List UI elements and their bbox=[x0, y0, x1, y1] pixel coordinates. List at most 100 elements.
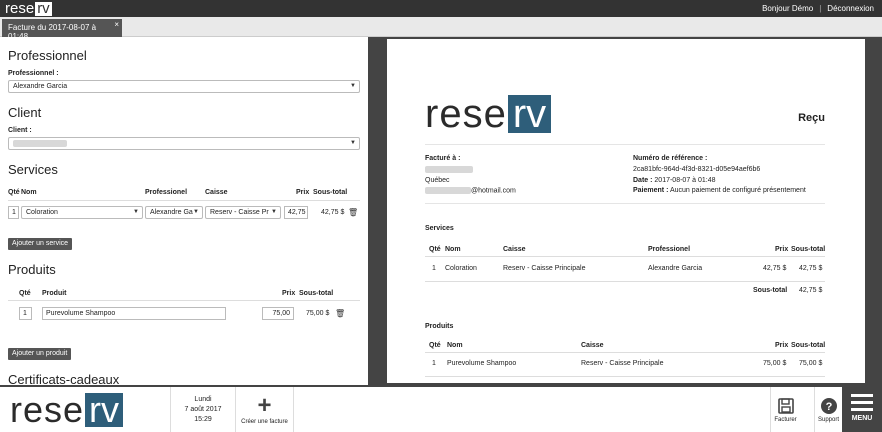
divider bbox=[425, 352, 825, 353]
top-logo-box: rv bbox=[35, 0, 52, 17]
time-label: 15:29 bbox=[194, 416, 212, 423]
receipt-product-subtotal: 75,00 $ bbox=[799, 360, 823, 367]
receipt-products-col-qty: Qté bbox=[429, 342, 441, 349]
receipt-paper: rese rv Reçu Facturé à : Québec @hotmail… bbox=[387, 39, 865, 383]
service-price-input[interactable]: 42,75 bbox=[284, 206, 308, 219]
divider bbox=[8, 300, 360, 301]
client-label: Client : bbox=[8, 127, 32, 134]
service-pro-select[interactable]: Alexandre Ga ▼ bbox=[145, 206, 203, 219]
product-price-input[interactable]: 75,00 bbox=[262, 307, 294, 320]
product-subtotal: 75,00 $ bbox=[306, 310, 330, 317]
top-bar: rese rv Bonjour Démo | Déconnexion bbox=[0, 0, 882, 17]
trash-icon[interactable]: 🗑 bbox=[335, 309, 345, 318]
receipt-services-col-subtotal: Sous-total bbox=[791, 246, 826, 253]
receipt-logo-box: rv bbox=[507, 94, 552, 134]
gift-certificates-heading: Certificats-cadeaux bbox=[8, 372, 120, 385]
services-col-qty: Qté bbox=[8, 189, 20, 196]
bottom-logo[interactable]: rese rv bbox=[10, 389, 124, 430]
receipt-preview: rese rv Reçu Facturé à : Québec @hotmail… bbox=[368, 37, 882, 385]
bottom-bar: rese rv Lundi 7 août 2017 15:29 + Créer … bbox=[0, 385, 882, 432]
bottom-logo-plain: rese bbox=[10, 389, 85, 430]
products-col-subtotal: Sous-total bbox=[299, 290, 334, 297]
client-value-redacted bbox=[13, 140, 67, 147]
service-qty-input[interactable]: 1 bbox=[8, 206, 19, 219]
caret-down-icon: ▼ bbox=[350, 83, 356, 89]
product-name-input[interactable]: Purevolume Shampoo bbox=[42, 307, 226, 320]
receipt-products-col-caisse: Caisse bbox=[581, 342, 604, 349]
services-col-name: Nom bbox=[21, 189, 37, 196]
services-col-subtotal: Sous-total bbox=[313, 189, 348, 196]
logout-link[interactable]: Déconnexion bbox=[827, 4, 874, 13]
caret-down-icon: ▼ bbox=[133, 209, 139, 215]
service-caisse-value: Reserv - Caisse Pr bbox=[210, 209, 269, 216]
receipt-service-price: 42,75 $ bbox=[763, 265, 787, 272]
product-qty-input[interactable]: 1 bbox=[19, 307, 32, 320]
service-name-select[interactable]: Coloration ▼ bbox=[21, 206, 143, 219]
receipt-products-col-name: Nom bbox=[447, 342, 463, 349]
day-label: Lundi bbox=[194, 396, 212, 403]
payment-label: Paiement : bbox=[633, 187, 669, 194]
divider bbox=[425, 144, 825, 145]
receipt-service-name: Coloration bbox=[445, 265, 477, 272]
receipt-service-subtotal: 42,75 $ bbox=[799, 265, 823, 272]
service-subtotal: 42,75 $ bbox=[321, 209, 345, 216]
products-col-price: Prix bbox=[282, 290, 296, 297]
caret-down-icon: ▼ bbox=[271, 209, 277, 215]
invoice-label: Facturer bbox=[774, 417, 797, 423]
invoice-button[interactable]: Facturer bbox=[770, 387, 800, 432]
receipt-service-pro: Alexandre Garcia bbox=[648, 265, 703, 272]
billed-to-label: Facturé à : bbox=[425, 155, 460, 162]
caret-down-icon: ▼ bbox=[193, 209, 199, 215]
bottom-logo-box: rv bbox=[85, 392, 124, 428]
services-col-pro: Professionel bbox=[145, 189, 188, 196]
new-invoice-button[interactable]: + Créer une facture bbox=[236, 387, 294, 432]
service-caisse-select[interactable]: Reserv - Caisse Pr ▼ bbox=[205, 206, 281, 219]
products-col-name: Produit bbox=[42, 290, 67, 297]
hamburger-icon bbox=[851, 394, 873, 411]
services-heading: Services bbox=[8, 162, 58, 177]
close-icon[interactable]: × bbox=[114, 20, 119, 29]
client-city: Québec bbox=[425, 177, 450, 184]
receipt-service-caisse: Reserv - Caisse Principale bbox=[503, 265, 586, 272]
divider bbox=[425, 256, 825, 257]
ref-value: 2ca81bfc-964d-4f3d-8321-d05e94aef6b6 bbox=[633, 166, 761, 173]
support-button[interactable]: ? Support bbox=[814, 387, 842, 432]
redacted-block bbox=[425, 187, 471, 194]
client-heading: Client bbox=[8, 105, 42, 120]
receipt-products-title: Produits bbox=[425, 323, 454, 330]
payment-line: Paiement : Aucun paiement de configuré p… bbox=[633, 187, 806, 194]
receipt-logo: rese rv bbox=[425, 92, 552, 136]
add-product-button[interactable]: Ajouter un produit bbox=[8, 348, 72, 360]
add-service-button[interactable]: Ajouter un service bbox=[8, 238, 73, 250]
support-label: Support bbox=[817, 417, 839, 423]
menu-button[interactable]: MENU bbox=[842, 387, 882, 432]
service-name-value: Coloration bbox=[26, 209, 58, 216]
tab-invoice[interactable]: Facture du 2017-08-07 à 01:48 × bbox=[2, 19, 122, 41]
products-col-qty: Qté bbox=[19, 290, 31, 297]
svg-text:?: ? bbox=[825, 401, 832, 413]
date-line: Date : 2017-08-07 à 01:48 bbox=[633, 177, 716, 184]
professional-label: Professionnel : bbox=[8, 70, 59, 77]
top-logo[interactable]: rese rv bbox=[5, 0, 52, 17]
invoice-form: Professionnel Professionnel : Alexandre … bbox=[0, 37, 368, 385]
tab-bar: Facture du 2017-08-07 à 01:48 × bbox=[0, 17, 882, 41]
receipt-services-col-name: Nom bbox=[445, 246, 461, 253]
divider bbox=[425, 281, 825, 282]
receipt-logo-plain: rese bbox=[425, 92, 507, 136]
receipt-title: Reçu bbox=[798, 112, 825, 124]
client-select[interactable]: ▼ bbox=[8, 137, 360, 150]
plus-icon: + bbox=[257, 392, 272, 419]
receipt-services-col-price: Prix bbox=[775, 246, 789, 253]
divider bbox=[425, 203, 825, 204]
receipt-services-col-qty: Qté bbox=[429, 246, 441, 253]
date-value: 2017-08-07 à 01:48 bbox=[654, 177, 716, 184]
client-email-suffix: @hotmail.com bbox=[471, 187, 516, 195]
redacted-block bbox=[425, 166, 473, 173]
receipt-product-price: 75,00 $ bbox=[763, 360, 787, 367]
client-email: @hotmail.com bbox=[425, 187, 516, 194]
trash-icon[interactable]: 🗑 bbox=[348, 208, 358, 217]
divider bbox=[8, 200, 360, 201]
professional-select[interactable]: Alexandre Garcia ▼ bbox=[8, 80, 360, 93]
save-icon bbox=[777, 398, 794, 414]
greeting-link[interactable]: Bonjour Démo bbox=[762, 4, 813, 13]
